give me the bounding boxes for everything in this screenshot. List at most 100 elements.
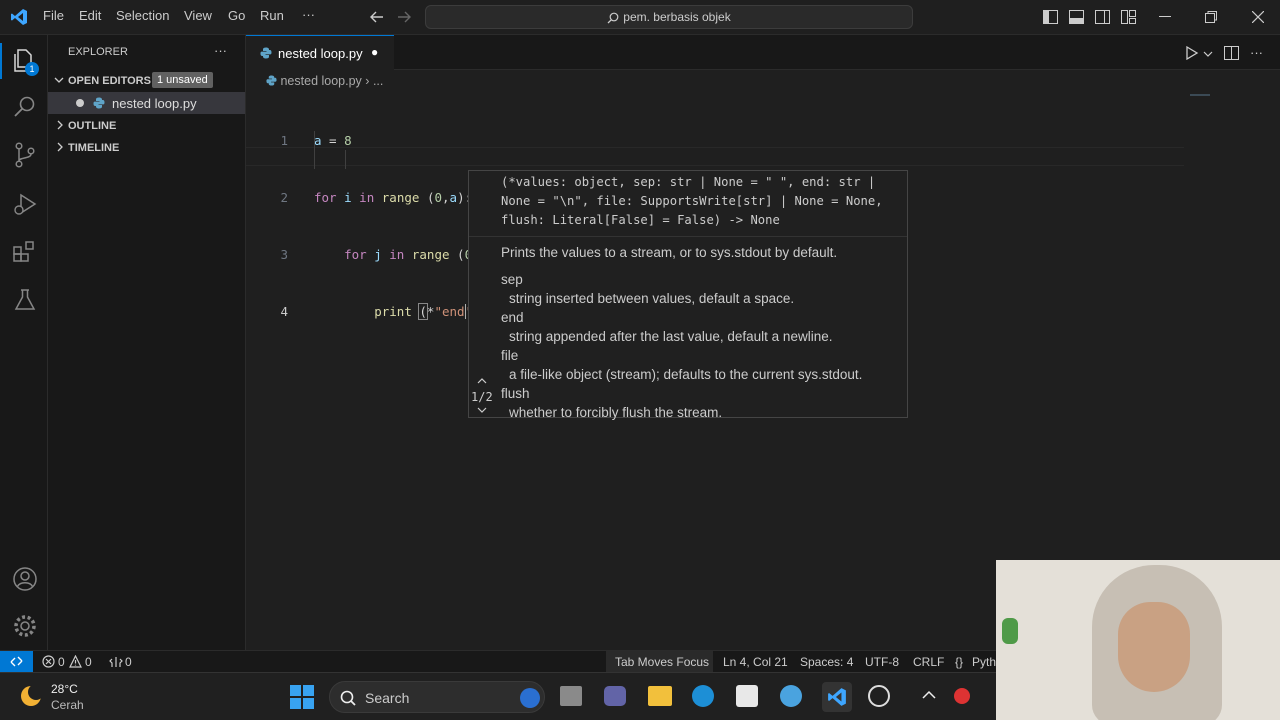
- unsaved-badge: 1 unsaved: [152, 72, 213, 88]
- close-icon[interactable]: [1252, 11, 1264, 23]
- extensions-icon[interactable]: [12, 239, 38, 265]
- line-number: 3: [280, 247, 288, 262]
- taskbar-search[interactable]: Search: [329, 681, 545, 713]
- chevron-right-icon: [55, 142, 65, 152]
- microsoft-store-icon[interactable]: [736, 685, 758, 707]
- indentation[interactable]: Spaces: 4: [800, 655, 853, 669]
- warning-icon[interactable]: [69, 655, 82, 668]
- signature-description: Prints the values to a stream, or to sys…: [501, 245, 838, 260]
- ports-count[interactable]: 0: [125, 655, 132, 669]
- warning-count[interactable]: 0: [85, 655, 92, 669]
- toggle-secondary-sidebar-icon[interactable]: [1095, 10, 1110, 24]
- testing-flask-icon[interactable]: [14, 288, 36, 312]
- open-editors-label: OPEN EDITORS: [68, 75, 151, 87]
- ports-icon[interactable]: [109, 655, 123, 668]
- run-file-icon[interactable]: [1185, 46, 1199, 60]
- signature-text: (*values: object, sep: str | None = " ",…: [501, 173, 883, 230]
- cursor-position[interactable]: Ln 4, Col 21: [723, 655, 788, 669]
- edge-browser-icon[interactable]: [692, 685, 714, 707]
- explorer-title: EXPLORER: [68, 46, 128, 58]
- task-view-icon[interactable]: [560, 686, 582, 706]
- param-desc: whether to forcibly flush the stream.: [509, 405, 723, 420]
- open-editor-item[interactable]: nested loop.py: [48, 92, 245, 114]
- error-count[interactable]: 0: [58, 655, 65, 669]
- language-mode[interactable]: Pyth: [972, 655, 996, 669]
- restore-icon[interactable]: [1205, 11, 1217, 23]
- tab-dirty-indicator[interactable]: ●: [371, 45, 378, 59]
- run-options-chevron-icon[interactable]: [1203, 50, 1213, 58]
- menu-file[interactable]: File: [43, 8, 64, 23]
- timeline-label: TIMELINE: [68, 142, 120, 154]
- tab-label: nested loop.py: [278, 46, 363, 61]
- manage-gear-icon[interactable]: [12, 613, 38, 639]
- open-editors-header[interactable]: OPEN EDITORS 1 unsaved: [48, 71, 245, 91]
- menu-go[interactable]: Go: [228, 8, 245, 23]
- param-list: sep string inserted between values, defa…: [501, 270, 862, 422]
- line-number: 2: [280, 190, 288, 205]
- error-icon[interactable]: [42, 655, 55, 668]
- tab-moves-focus-badge[interactable]: Tab Moves Focus: [606, 651, 713, 672]
- line-number: 4: [280, 304, 288, 319]
- minimap[interactable]: [1190, 94, 1210, 96]
- line-ending[interactable]: CRLF: [913, 655, 944, 669]
- run-debug-icon[interactable]: [12, 191, 38, 217]
- overload-down-chevron-icon[interactable]: [477, 407, 487, 414]
- teams-chat-icon[interactable]: [604, 686, 626, 706]
- customize-layout-icon[interactable]: [1121, 10, 1136, 24]
- unsaved-dot-icon[interactable]: [76, 99, 84, 107]
- windows-start-icon[interactable]: [290, 685, 314, 709]
- menu-selection[interactable]: Selection: [116, 8, 169, 23]
- search-icon: [607, 12, 619, 24]
- menu-view[interactable]: View: [184, 8, 212, 23]
- breadcrumb-more[interactable]: ...: [373, 74, 383, 88]
- chevron-right-icon: [55, 120, 65, 130]
- vscode-taskbar-button[interactable]: [822, 682, 852, 712]
- braces-icon: {}: [955, 655, 964, 669]
- command-center-search[interactable]: pem. berbasis objek: [425, 5, 913, 29]
- explorer-sidebar: EXPLORER ··· OPEN EDITORS 1 unsaved nest…: [48, 35, 246, 650]
- timeline-section[interactable]: TIMELINE: [48, 138, 245, 158]
- outline-section[interactable]: OUTLINE: [48, 116, 245, 136]
- explorer-more-actions[interactable]: ···: [214, 43, 227, 58]
- menu-edit[interactable]: Edit: [79, 8, 101, 23]
- search-icon: [340, 690, 356, 706]
- back-arrow-icon[interactable]: [370, 10, 384, 24]
- python-file-icon: [266, 75, 277, 86]
- search-activity-icon[interactable]: [13, 95, 37, 119]
- line-numbers: 1 2 3 4: [248, 93, 288, 359]
- python-file-icon: [93, 97, 105, 109]
- minimize-icon[interactable]: [1159, 16, 1171, 18]
- split-editor-icon[interactable]: [1224, 46, 1239, 60]
- menu-more[interactable]: ···: [302, 7, 315, 22]
- title-bar: File Edit Selection View Go Run ··· pem.…: [0, 0, 1280, 35]
- signature-line: None = "\n", file: SupportsWrite[str] | …: [501, 194, 883, 208]
- signature-block: (*values: object, sep: str | None = " ",…: [469, 171, 907, 237]
- toggle-panel-icon[interactable]: [1069, 10, 1084, 24]
- editor-more-actions[interactable]: ···: [1250, 45, 1263, 60]
- editor-tab-bar: [246, 35, 1280, 70]
- tray-chevron-up-icon[interactable]: [922, 690, 936, 700]
- search-label: pem. berbasis objek: [623, 10, 731, 24]
- weather-temp[interactable]: 28°C: [51, 682, 78, 696]
- tray-app-icon[interactable]: [954, 688, 970, 704]
- weather-condition[interactable]: Cerah: [51, 698, 84, 712]
- toggle-sidebar-icon[interactable]: [1043, 10, 1058, 24]
- forward-arrow-icon[interactable]: [397, 10, 411, 24]
- obs-studio-icon[interactable]: [868, 685, 890, 707]
- param-name: file: [501, 348, 519, 363]
- remote-icon: [10, 655, 23, 668]
- encoding[interactable]: UTF-8: [865, 655, 899, 669]
- person-face: [1118, 602, 1190, 692]
- file-explorer-icon[interactable]: [648, 686, 672, 706]
- source-control-icon[interactable]: [13, 142, 37, 168]
- weather-moon-icon[interactable]: [18, 683, 44, 709]
- param-name: end: [501, 310, 524, 325]
- explorer-badge: 1: [25, 62, 39, 76]
- tab-nested-loop[interactable]: nested loop.py ●: [246, 35, 394, 71]
- breadcrumb-file[interactable]: nested loop.py: [280, 74, 361, 88]
- menu-run[interactable]: Run: [260, 8, 284, 23]
- overload-up-chevron-icon[interactable]: [477, 377, 487, 384]
- accounts-icon[interactable]: [12, 566, 38, 592]
- remote-indicator[interactable]: [0, 651, 33, 672]
- tips-help-icon[interactable]: [780, 685, 802, 707]
